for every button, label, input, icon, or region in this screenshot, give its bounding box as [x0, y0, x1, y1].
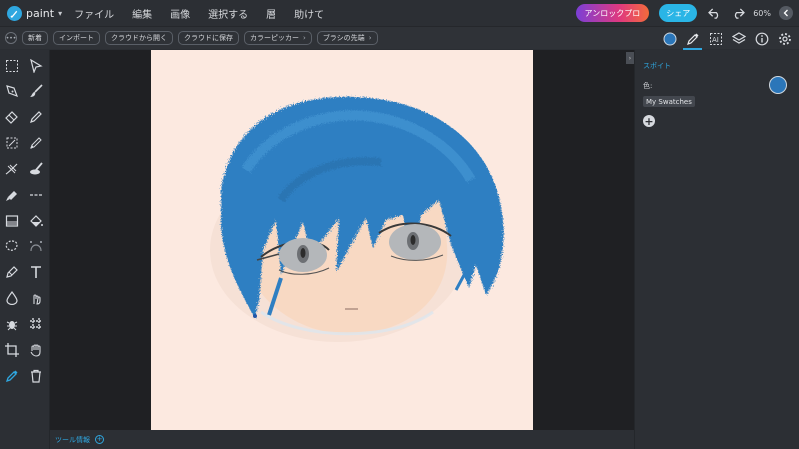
trash-icon[interactable]: [26, 366, 46, 386]
main-menu: ファイル 編集 画像 選択する 層 助けて: [74, 6, 342, 21]
import-label: インポート: [59, 34, 94, 42]
add-swatch-icon[interactable]: +: [643, 115, 655, 127]
eraser-icon[interactable]: [2, 107, 22, 127]
gradient-icon[interactable]: [2, 211, 22, 231]
pen-nib-icon[interactable]: [2, 81, 22, 101]
color-picker-label: カラーピッカー: [250, 34, 299, 42]
color-label: 色:: [643, 82, 653, 90]
bug-icon[interactable]: [2, 314, 22, 334]
mixer-brush-icon[interactable]: [26, 159, 46, 179]
marker-icon[interactable]: [2, 185, 22, 205]
action-toolbar: ••• 新着 インポート クラウドから開く クラウドに保存 カラーピッカー › ブ…: [0, 26, 799, 50]
chevron-right-icon: ›: [368, 34, 372, 42]
crop-icon[interactable]: [2, 340, 22, 360]
chevron-right-icon: ›: [303, 34, 306, 42]
new-button[interactable]: 新着: [22, 31, 48, 45]
menu-edit[interactable]: 編集: [132, 6, 152, 21]
eyedropper-icon[interactable]: [2, 366, 22, 386]
brush-logo-icon: [7, 5, 22, 21]
import-button[interactable]: インポート: [53, 31, 100, 45]
unlock-pro-button[interactable]: アンロックプロ: [575, 4, 650, 22]
menu-help[interactable]: 助けて: [294, 6, 324, 21]
fill-pencil-icon[interactable]: [2, 262, 22, 282]
menu-file[interactable]: ファイル: [74, 6, 114, 21]
tool-palette: [0, 50, 50, 449]
app-logo[interactable]: paint ▾: [7, 5, 62, 21]
open-cloud-label: クラウドから開く: [111, 34, 167, 42]
curve-icon[interactable]: [26, 236, 46, 256]
color-picker-button[interactable]: カラーピッカー ›: [244, 31, 312, 45]
open-from-cloud-button[interactable]: クラウドから開く: [105, 31, 173, 45]
add-icon[interactable]: +: [95, 435, 104, 444]
app-name: paint: [26, 6, 55, 20]
panel-title: スポイト: [643, 62, 671, 70]
tab-settings[interactable]: [773, 27, 796, 50]
menu-layer[interactable]: 層: [266, 6, 276, 21]
tab-layers[interactable]: [727, 27, 750, 50]
drawing-canvas[interactable]: [151, 50, 533, 430]
chevron-right-icon[interactable]: ›: [626, 52, 634, 64]
rect-select-icon[interactable]: [2, 56, 22, 76]
fine-pen-icon[interactable]: [26, 133, 46, 153]
top-menu-bar: paint ▾ ファイル 編集 画像 選択する 層 助けて アンロックプロ シェ…: [0, 0, 799, 26]
save-to-cloud-button[interactable]: クラウドに保存: [178, 31, 239, 45]
panel-tabs: AI: [658, 27, 796, 50]
tool-info-label[interactable]: ツール情報: [55, 435, 90, 445]
paint-bucket-icon[interactable]: [26, 211, 46, 231]
blur-drop-icon[interactable]: [2, 288, 22, 308]
artwork: [210, 96, 504, 342]
chevron-left-icon[interactable]: [779, 6, 793, 20]
menu-image[interactable]: 画像: [170, 6, 190, 21]
status-bar: ツール情報 +: [50, 430, 634, 449]
redo-icon[interactable]: [731, 6, 745, 20]
canvas-area: ›: [50, 50, 634, 430]
lasso-icon[interactable]: [2, 236, 22, 256]
tab-text-ai[interactable]: AI: [704, 27, 727, 50]
pencil-icon[interactable]: [26, 107, 46, 127]
chevron-down-icon[interactable]: ▾: [58, 9, 62, 18]
hand-pointer-icon[interactable]: [26, 288, 46, 308]
transform-icon[interactable]: [2, 133, 22, 153]
more-options-icon[interactable]: •••: [5, 32, 17, 44]
line-icon[interactable]: [26, 185, 46, 205]
new-label: 新着: [28, 34, 42, 42]
tab-color[interactable]: [658, 27, 681, 50]
current-color-swatch[interactable]: [769, 76, 787, 94]
brush-tip-button[interactable]: ブラシの先端 ›: [316, 31, 378, 45]
zoom-level[interactable]: 60%: [753, 9, 771, 18]
brush-icon[interactable]: [26, 81, 46, 101]
text-tool-icon[interactable]: [26, 262, 46, 282]
smudge-icon[interactable]: [2, 159, 22, 179]
undo-icon[interactable]: [707, 6, 721, 20]
top-right-controls: アンロックプロ シェア 60%: [575, 0, 793, 26]
paint-app: paint ▾ ファイル 編集 画像 選択する 層 助けて アンロックプロ シェ…: [0, 0, 799, 449]
pointer-icon[interactable]: [26, 56, 46, 76]
my-swatches-dropdown[interactable]: My Swatches: [643, 96, 695, 107]
eyedropper-panel: スポイト 色: My Swatches +: [634, 50, 799, 449]
menu-select[interactable]: 選択する: [208, 6, 248, 21]
brush-tip-label: ブラシの先端: [322, 34, 365, 42]
save-cloud-label: クラウドに保存: [184, 34, 233, 42]
svg-text:AI: AI: [712, 36, 719, 44]
share-button[interactable]: シェア: [659, 4, 698, 22]
tab-eyedropper[interactable]: [681, 27, 704, 50]
tab-info[interactable]: [750, 27, 773, 50]
hand-pan-icon[interactable]: [26, 340, 46, 360]
grid-icon[interactable]: [26, 314, 46, 334]
